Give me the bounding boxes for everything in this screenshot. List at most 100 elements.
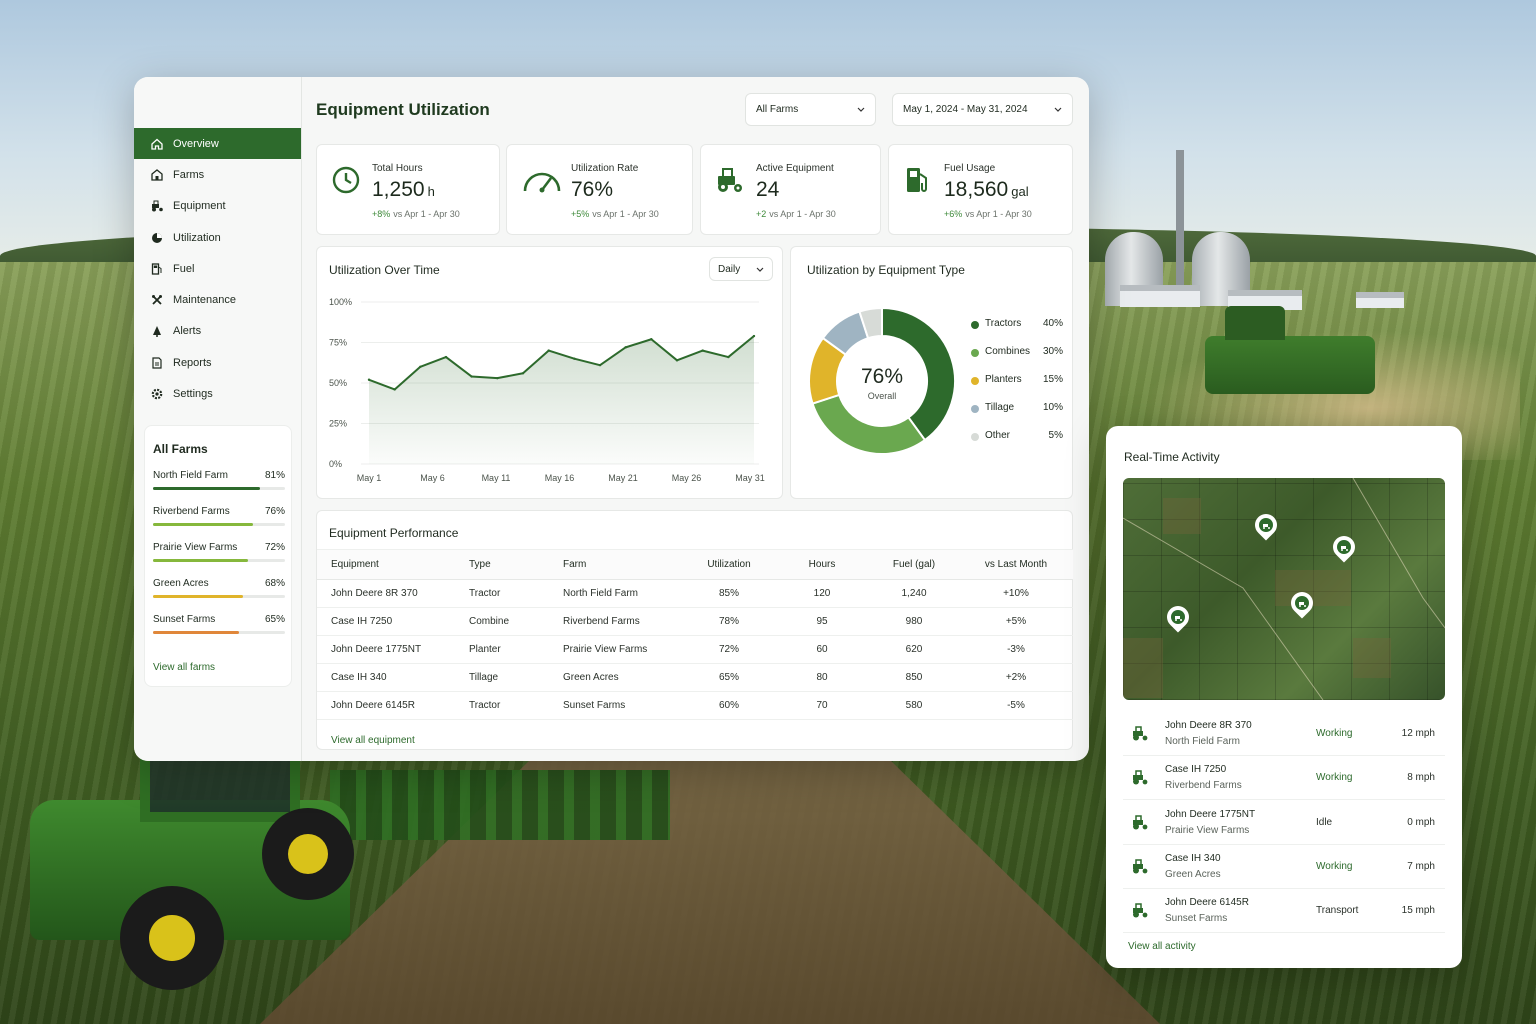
table-row[interactable]: John Deere 1775NT Planter Prairie View Far… [317, 635, 1073, 664]
data-point [393, 388, 396, 391]
data-point [701, 349, 704, 352]
column-header[interactable]: Equipment [317, 549, 469, 580]
date-range-select[interactable]: May 1, 2024 - May 31, 2024 [892, 93, 1073, 126]
table-cell: Prairie View Farms [563, 635, 683, 664]
farm-utilization: 76% [264, 506, 285, 517]
equipment-farm: Green Acres [1165, 868, 1221, 880]
legend-label: Tillage [985, 402, 1015, 413]
activity-row[interactable]: John Deere 8R 370 North Field Farm Working… [1123, 712, 1445, 756]
view-all-activity-link[interactable]: View all activity [1128, 941, 1196, 952]
table-cell: Riverbend Farms [563, 607, 683, 636]
kpi-card-fuel-usage: Fuel Usage 18,560 gal +6% vs Apr 1 - Apr 3… [888, 144, 1073, 235]
farm-utilization: 72% [264, 542, 285, 553]
sidebar-item-equipment[interactable]: Equipment [134, 191, 301, 222]
satellite-map[interactable] [1123, 478, 1445, 700]
home-icon [150, 137, 164, 151]
column-header[interactable]: Utilization [683, 549, 775, 580]
status-badge: Idle [1316, 816, 1333, 828]
progress-fill [153, 595, 243, 598]
column-header[interactable]: Hours [775, 549, 869, 580]
farm-name: North Field Farm [153, 470, 229, 481]
farm-row[interactable]: Riverbend Farms 76% [153, 506, 285, 536]
y-tick-label: 100% [329, 297, 352, 307]
sidebar-item-fuel[interactable]: Fuel [134, 253, 301, 284]
status-badge: Working [1316, 728, 1353, 739]
table-cell: John Deere 8R 370 [317, 579, 469, 608]
activity-row[interactable]: John Deere 6145R Sunset Farms Transport 15 … [1123, 889, 1445, 934]
legend-label: Combines [985, 346, 1031, 357]
farms-summary-title: All Farms [153, 442, 208, 456]
progress-track [153, 631, 285, 634]
sidebar-item-farms[interactable]: Farms [134, 159, 301, 190]
status-badge: Working [1316, 772, 1353, 784]
activity-row[interactable]: Case IH 7250 Riverbend Farms Working 8 mph [1123, 756, 1445, 801]
x-tick-label: May 21 [608, 473, 638, 483]
column-header[interactable]: Fuel (gal) [869, 549, 959, 580]
panel-title: Real-Time Activity [1124, 450, 1220, 464]
data-point [598, 363, 602, 367]
view-all-equipment-link[interactable]: View all equipment [331, 735, 415, 746]
data-point [573, 357, 576, 360]
sidebar-item-utilization[interactable]: Utilization [134, 222, 301, 253]
donut-slice[interactable] [811, 393, 927, 455]
legend-item: Tillage 10% [971, 402, 1063, 416]
sidebar-item-label: Settings [173, 388, 213, 401]
sidebar-item-settings[interactable]: Settings [134, 378, 301, 409]
date-range-value: May 1, 2024 - May 31, 2024 [903, 104, 1028, 115]
view-all-farms-link[interactable]: View all farms [153, 662, 215, 673]
table-cell: John Deere 6145R [317, 691, 469, 720]
table-row[interactable]: John Deere 6145R Tractor Sunset Farms 60% 70… [317, 691, 1073, 720]
column-header[interactable]: Farm [563, 549, 683, 580]
table-cell: -3% [959, 635, 1073, 664]
data-point [419, 365, 422, 368]
tractor-icon [1131, 814, 1151, 832]
table-cell: Planter [469, 635, 563, 664]
activity-row[interactable]: Case IH 340 Green Acres Working 7 mph [1123, 845, 1445, 889]
progress-track [153, 523, 285, 526]
sidebar-item-reports[interactable]: Reports [134, 347, 301, 378]
progress-fill [153, 559, 249, 562]
table-row[interactable]: Case IH 7250 Combine Riverbend Farms 78% 95 9… [317, 607, 1073, 636]
legend-value: 15% [1042, 374, 1063, 385]
legend-value: 30% [1042, 346, 1063, 357]
table-title: Equipment Performance [329, 526, 459, 540]
equipment-performance-panel: Equipment Performance Equipment Type Farm U… [316, 510, 1073, 750]
tractor-icon [1131, 902, 1151, 920]
data-point [752, 334, 756, 338]
farm-row[interactable]: Sunset Farms 65% [153, 614, 285, 644]
fuel-pump-icon [903, 165, 933, 195]
sidebar-item-maintenance[interactable]: Maintenance [134, 284, 301, 315]
map-roads [1123, 478, 1445, 700]
page-title: Equipment Utilization [316, 100, 490, 119]
table-cell: 95 [775, 607, 869, 636]
legend-label: Other [985, 430, 1011, 441]
farm-row[interactable]: North Field Farm 81% [153, 470, 285, 500]
table-row[interactable]: Case IH 340 Tillage Green Acres 65% 80 850 +2% [317, 663, 1073, 692]
activity-row[interactable]: John Deere 1775NT Prairie View Farms Idle 0… [1123, 801, 1445, 845]
table-row[interactable]: John Deere 8R 370 Tractor North Field Farm… [317, 579, 1073, 608]
tractor-wheel [262, 808, 354, 900]
table-cell: +10% [959, 579, 1073, 608]
fuel-icon [150, 262, 164, 276]
farm-row[interactable]: Green Acres 68% [153, 578, 285, 608]
x-tick-label: May 16 [545, 473, 575, 483]
farm-row[interactable]: Prairie View Farms 72% [153, 542, 285, 572]
data-point [496, 376, 499, 380]
data-point [470, 375, 473, 378]
farm-filter-select[interactable]: All Farms [745, 93, 876, 126]
column-header[interactable]: vs Last Month [959, 549, 1073, 580]
sidebar-item-label: Overview [173, 137, 219, 150]
sidebar-item-label: Fuel [173, 262, 195, 275]
equipment-name: John Deere 1775NT [1165, 808, 1256, 820]
farm-name: Sunset Farms [153, 614, 216, 625]
equipment-speed: 8 mph [1407, 772, 1435, 784]
table-cell: Case IH 340 [317, 663, 469, 692]
legend-value: 5% [1048, 430, 1063, 441]
wrench-icon [150, 293, 164, 307]
legend-swatch [971, 433, 979, 441]
sidebar-item-overview[interactable]: Overview [134, 128, 301, 160]
equipment-name: Case IH 340 [1165, 852, 1221, 864]
data-point [624, 346, 627, 349]
sidebar-item-alerts[interactable]: Alerts [134, 316, 301, 347]
column-header[interactable]: Type [469, 549, 563, 580]
